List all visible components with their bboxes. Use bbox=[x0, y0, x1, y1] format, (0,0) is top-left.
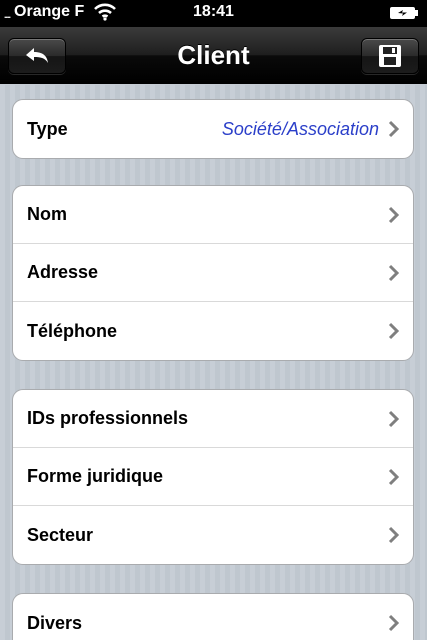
chevron-right-icon bbox=[388, 322, 400, 340]
clock: 18:41 bbox=[193, 3, 234, 20]
chevron-right-icon bbox=[388, 206, 400, 224]
row-divers[interactable]: Divers bbox=[13, 594, 413, 640]
row-label: Téléphone bbox=[27, 320, 118, 341]
row-nom[interactable]: Nom bbox=[13, 186, 413, 244]
row-ids-professionnels[interactable]: IDs professionnels bbox=[13, 390, 413, 448]
row-label: Type bbox=[27, 118, 68, 139]
status-bar: .... Orange F 18:41 bbox=[0, 0, 427, 27]
battery-charging-icon bbox=[390, 7, 418, 19]
row-label: Divers bbox=[27, 612, 83, 633]
group-professional: IDs professionnels Forme juridique Secte… bbox=[12, 389, 414, 565]
chevron-right-icon bbox=[388, 526, 400, 544]
chevron-right-icon bbox=[388, 468, 400, 486]
row-telephone[interactable]: Téléphone bbox=[13, 302, 413, 360]
save-disk-icon bbox=[379, 45, 401, 67]
chevron-right-icon bbox=[388, 614, 400, 632]
group-type: Type Société/Association bbox=[12, 99, 414, 159]
chevron-right-icon bbox=[388, 120, 400, 138]
group-misc: Divers bbox=[12, 593, 414, 640]
navigation-bar: Client bbox=[0, 27, 427, 84]
row-value: Société/Association bbox=[221, 118, 379, 139]
row-adresse[interactable]: Adresse bbox=[13, 244, 413, 302]
row-label: IDs professionnels bbox=[27, 408, 189, 428]
group-identity: Nom Adresse Téléphone bbox=[12, 185, 414, 361]
row-label: Adresse bbox=[27, 262, 99, 282]
row-type[interactable]: Type Société/Association bbox=[13, 100, 413, 158]
row-secteur[interactable]: Secteur bbox=[13, 506, 413, 564]
form-content: Type Société/Association Nom Adresse Tél… bbox=[0, 85, 427, 640]
row-label: Nom bbox=[27, 204, 67, 224]
chevron-right-icon bbox=[388, 264, 400, 282]
row-label: Secteur bbox=[27, 524, 94, 545]
row-label: Forme juridique bbox=[27, 466, 164, 486]
chevron-right-icon bbox=[388, 410, 400, 428]
save-button[interactable] bbox=[361, 38, 419, 74]
row-forme-juridique[interactable]: Forme juridique bbox=[13, 448, 413, 506]
